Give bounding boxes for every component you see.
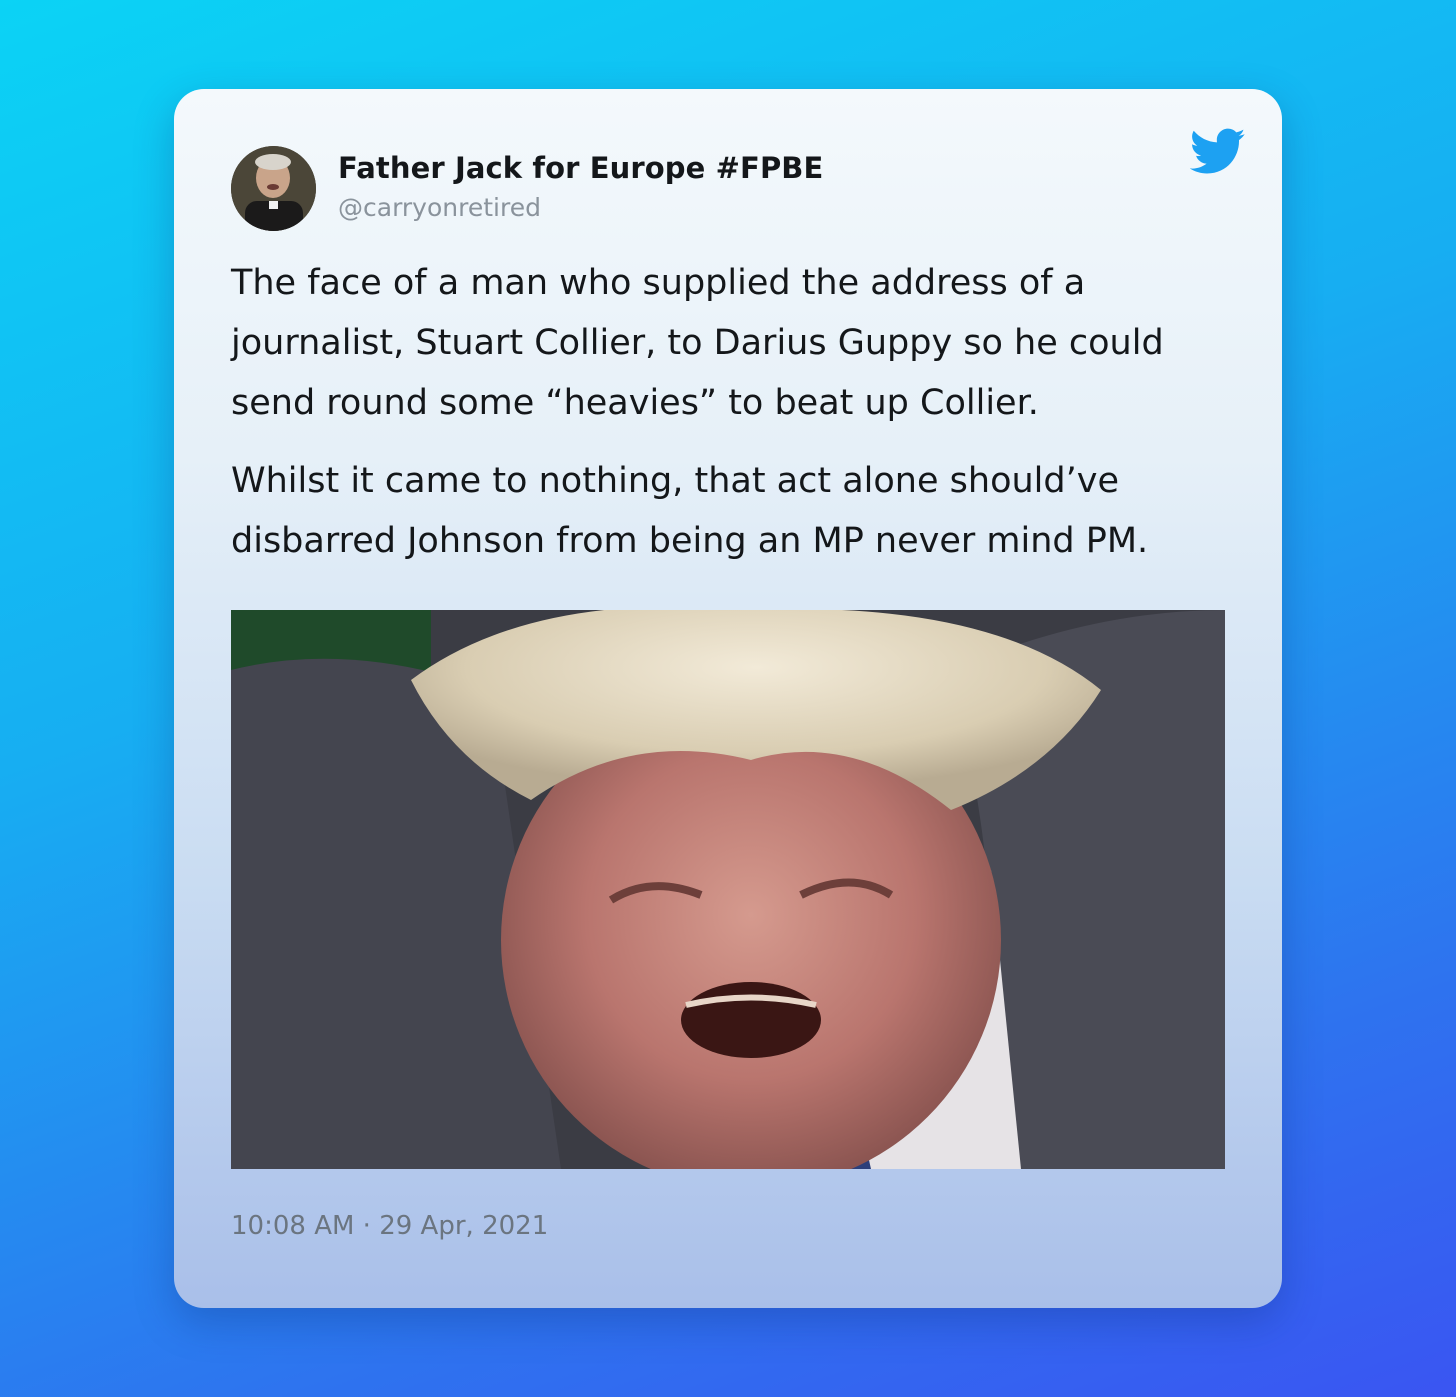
tweet-text-paragraph-1: The face of a man who supplied the addre…	[231, 263, 1164, 423]
tweet-photo[interactable]	[231, 610, 1225, 1169]
tweet-text-paragraph-2: Whilst it came to nothing, that act alon…	[231, 461, 1149, 561]
twitter-bird-icon	[1190, 128, 1246, 174]
author-avatar[interactable]	[231, 146, 316, 231]
author-handle[interactable]: @carryonretired	[338, 193, 541, 222]
tweet-card: Father Jack for Europe #FPBE @carryonret…	[174, 89, 1282, 1308]
author-name[interactable]: Father Jack for Europe #FPBE	[338, 151, 823, 185]
tweet-timestamp[interactable]: 10:08 AM · 29 Apr, 2021	[231, 1211, 548, 1241]
